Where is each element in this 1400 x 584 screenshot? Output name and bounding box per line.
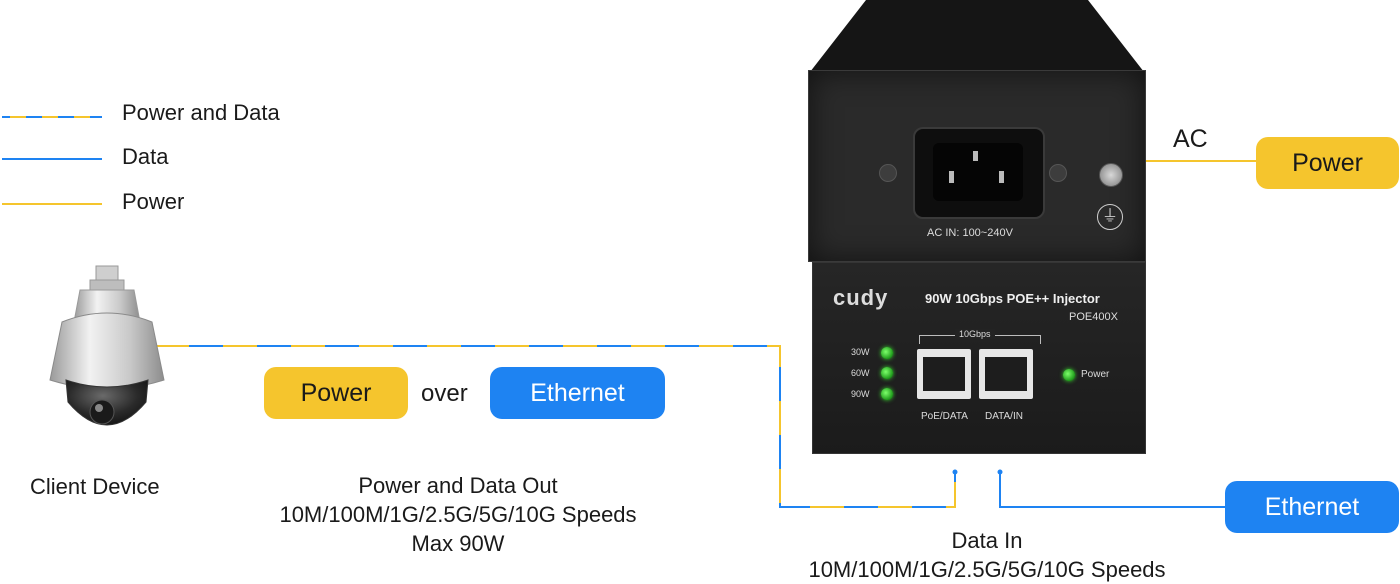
power-led <box>1063 369 1075 381</box>
output-speeds: 10M/100M/1G/2.5G/5G/10G Speeds <box>279 502 637 527</box>
led-label-90w: 90W <box>851 389 870 399</box>
output-title: Power and Data Out <box>358 473 558 498</box>
port-label-poe-data: PoE/DATA <box>921 411 968 422</box>
port-label-data-in: DATA/IN <box>985 411 1023 422</box>
camera-icon <box>49 265 165 426</box>
screw-icon <box>1049 164 1067 182</box>
led-30w <box>881 347 893 359</box>
ground-icon: ⏚ <box>1097 204 1123 230</box>
data-in-ethernet-pill: Ethernet <box>1225 481 1399 533</box>
port-data-in <box>979 349 1033 399</box>
led-60w <box>881 367 893 379</box>
legend-label-power-data: Power and Data <box>122 100 280 125</box>
ground-terminal <box>1099 163 1123 187</box>
ethernet-pill: Ethernet <box>490 367 665 419</box>
led-label-60w: 60W <box>851 368 870 378</box>
device-rear-panel: ⏚ AC IN: 100~240V <box>808 70 1146 262</box>
ac-power-pill: Power <box>1256 137 1399 189</box>
connection-lines <box>2 116 1258 508</box>
out-line-endpoint <box>952 469 958 475</box>
over-label: over <box>421 380 468 407</box>
legend-label-data: Data <box>122 144 169 169</box>
device-front-panel: cudy 90W 10Gbps POE++ Injector POE400X 1… <box>812 262 1146 454</box>
product-name: 90W 10Gbps POE++ Injector <box>925 291 1100 306</box>
power-led-label: Power <box>1081 369 1110 380</box>
client-device-label: Client Device <box>30 474 160 499</box>
output-max-power: Max 90W <box>411 531 505 556</box>
brand-logo: cudy <box>833 285 889 310</box>
led-label-30w: 30W <box>851 347 870 357</box>
data-in-text: Data In 10M/100M/1G/2.5G/5G/10G Speeds <box>760 526 1214 584</box>
led-90w <box>881 388 893 400</box>
in-line-endpoint <box>997 469 1003 475</box>
port-poe-data <box>917 349 971 399</box>
power-data-out-text: Power and Data Out 10M/100M/1G/2.5G/5G/1… <box>230 471 686 558</box>
speed-label: 10Gbps <box>955 329 995 339</box>
input-title: Data In <box>951 528 1023 553</box>
ac-label: AC <box>1173 125 1208 153</box>
model-number: POE400X <box>1069 311 1118 323</box>
data-in-line <box>999 472 1226 508</box>
legend-label-power: Power <box>122 189 185 214</box>
ac-socket <box>913 127 1045 219</box>
ac-in-label: AC IN: 100~240V <box>927 227 1013 239</box>
power-pill: Power <box>264 367 408 419</box>
screw-icon <box>879 164 897 182</box>
device-chassis-top <box>810 0 1144 72</box>
